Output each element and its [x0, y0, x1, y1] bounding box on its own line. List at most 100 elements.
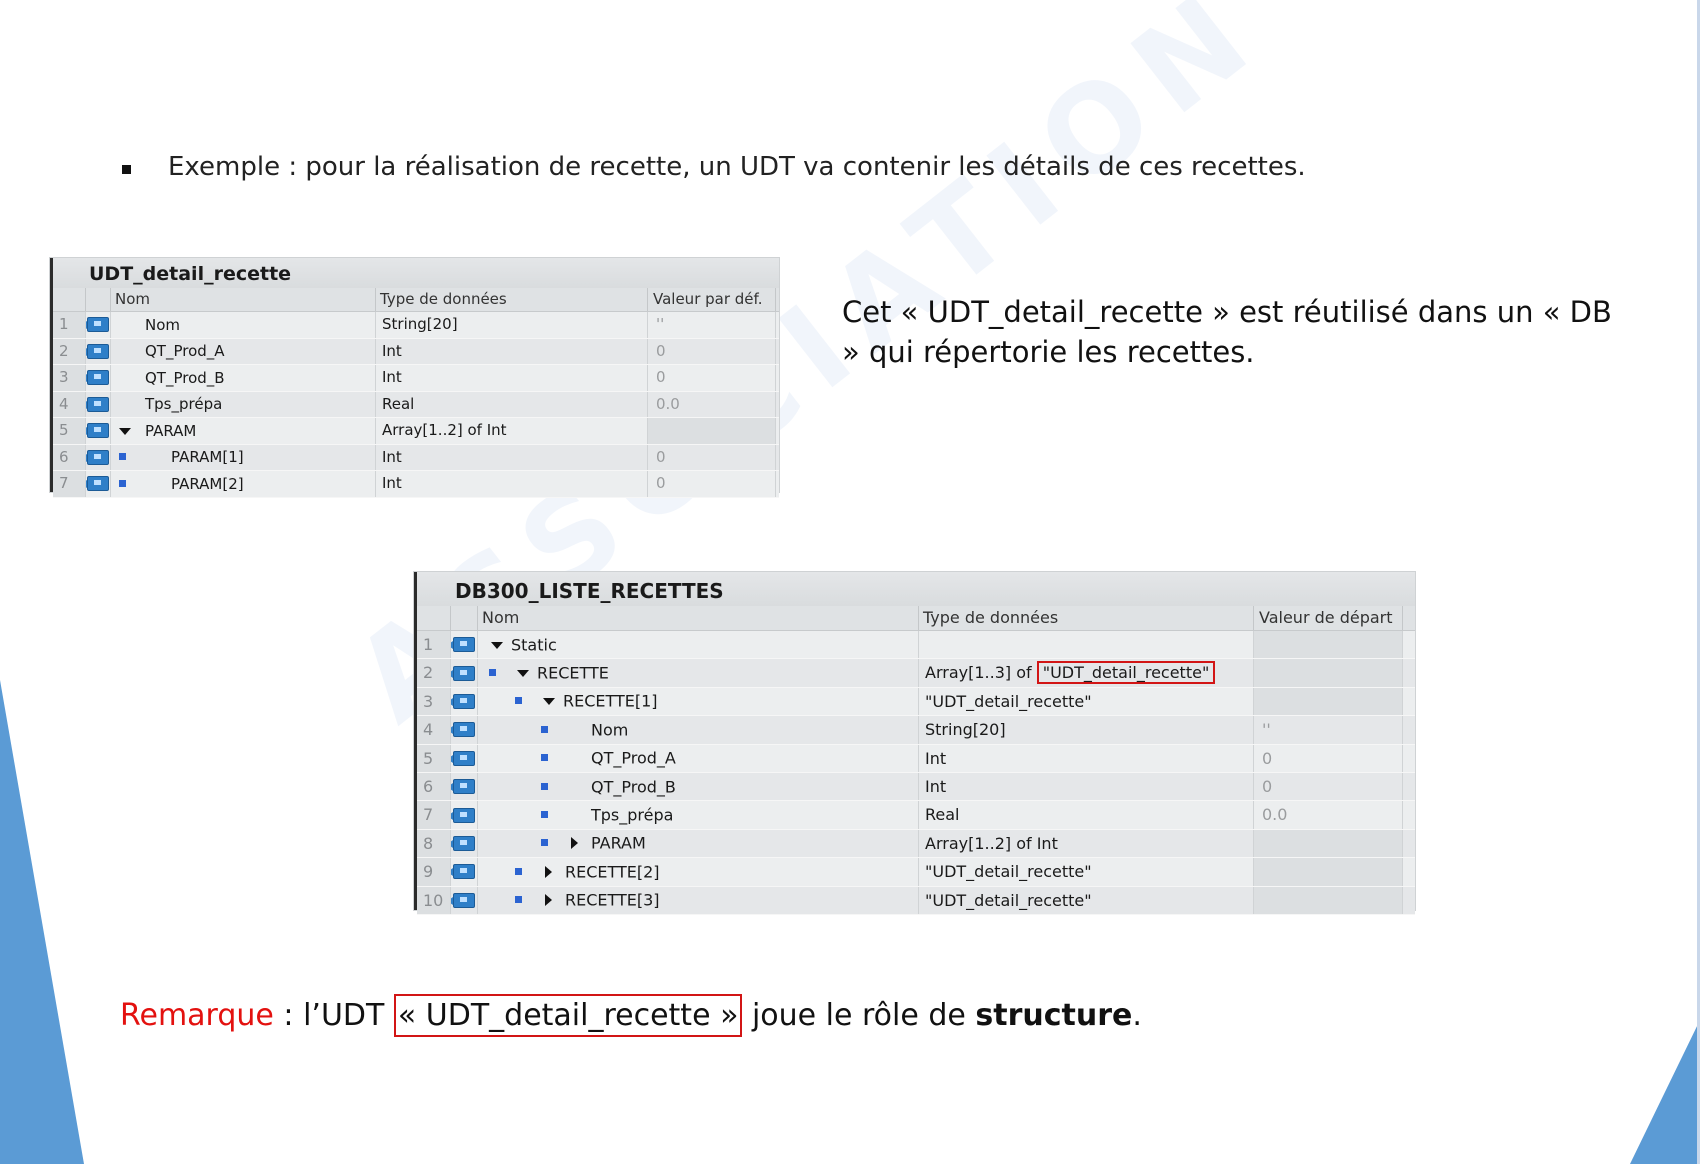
name-cell[interactable]: RECETTE[3]	[478, 886, 919, 914]
row-icon-cell	[451, 858, 478, 886]
table-row[interactable]: 10 RECETTE[3] "UDT_detail_recette"	[417, 886, 1415, 915]
row-name: RECETTE[2]	[565, 862, 660, 882]
row-name: PARAM[1]	[171, 448, 244, 467]
name-cell[interactable]: PARAM	[111, 418, 376, 444]
type-cell[interactable]: Array[1..2] of Int	[919, 829, 1254, 858]
value-cell[interactable]: 0	[1254, 744, 1403, 772]
expand-triangle-icon[interactable]	[545, 865, 552, 878]
value-cell[interactable]: 0.0	[648, 391, 776, 417]
name-cell[interactable]: Nom	[478, 716, 919, 744]
type-cell[interactable]	[919, 631, 1254, 659]
row-icon-cell	[86, 365, 111, 391]
member-square-icon	[515, 896, 522, 904]
name-cell[interactable]: Nom	[111, 312, 376, 338]
value-cell[interactable]	[1254, 631, 1403, 659]
table-row[interactable]: 3 QT_Prod_B Int 0	[53, 365, 779, 392]
type-cell[interactable]: Real	[919, 801, 1254, 829]
db-element-icon	[86, 370, 109, 386]
name-cell[interactable]: QT_Prod_B	[111, 365, 376, 391]
row-icon-cell	[86, 418, 111, 444]
table-row[interactable]: 7 PARAM[2] Int 0	[53, 471, 779, 498]
value-cell[interactable]	[1254, 829, 1403, 858]
row-name: QT_Prod_B	[591, 777, 676, 797]
decorative-corner-left	[0, 680, 84, 1164]
header-icon	[86, 288, 111, 311]
type-cell[interactable]: Array[1..2] of Int	[376, 418, 648, 444]
name-cell[interactable]: Tps_prépa	[111, 391, 376, 417]
row-icon-cell	[451, 631, 478, 659]
value-cell[interactable]	[1254, 886, 1403, 914]
name-cell[interactable]: QT_Prod_A	[111, 338, 376, 364]
row-name: Nom	[591, 720, 629, 740]
collapse-triangle-icon[interactable]	[543, 698, 555, 706]
name-cell[interactable]: RECETTE[2]	[478, 858, 919, 886]
side-explanation: Cet « UDT_detail_recette » est réutilisé…	[842, 295, 1612, 369]
value-cell[interactable]: 0	[648, 365, 776, 391]
value-cell[interactable]	[1254, 659, 1403, 687]
table-row[interactable]: 4 Nom String[20] ''	[417, 716, 1415, 745]
value-cell[interactable]: 0	[648, 471, 776, 497]
type-cell[interactable]: "UDT_detail_recette"	[919, 886, 1254, 914]
table-row[interactable]: 1 Static	[417, 631, 1415, 660]
name-cell[interactable]: PARAM[2]	[111, 471, 376, 497]
value-cell[interactable]: 0	[1254, 772, 1403, 801]
type-cell[interactable]: Int	[376, 471, 648, 497]
type-cell[interactable]: "UDT_detail_recette"	[919, 687, 1254, 716]
name-cell[interactable]: RECETTE	[478, 659, 919, 687]
collapse-triangle-icon[interactable]	[491, 641, 503, 649]
row-icon-cell	[86, 338, 111, 364]
row-icon-cell	[451, 801, 478, 829]
db-element-icon	[451, 722, 475, 738]
name-cell[interactable]: PARAM	[478, 829, 919, 858]
name-cell[interactable]: Tps_prépa	[478, 801, 919, 829]
row-name: RECETTE[1]	[563, 691, 658, 711]
table-row[interactable]: 4 Tps_prépa Real 0.0	[53, 391, 779, 418]
table-row[interactable]: 7 Tps_prépa Real 0.0	[417, 801, 1415, 830]
expand-triangle-icon[interactable]	[571, 837, 578, 850]
table-row[interactable]: 9 RECETTE[2] "UDT_detail_recette"	[417, 858, 1415, 887]
type-cell[interactable]: String[20]	[919, 716, 1254, 744]
table-row[interactable]: 6 QT_Prod_B Int 0	[417, 772, 1415, 802]
table-row[interactable]: 2 RECETTE Array[1..3] of "UDT_detail_recet…	[417, 659, 1415, 688]
name-cell[interactable]: QT_Prod_B	[478, 772, 919, 801]
table-row[interactable]: 1 Nom String[20] ''	[53, 312, 779, 339]
type-cell[interactable]: Int	[919, 772, 1254, 801]
value-cell[interactable]	[1254, 858, 1403, 886]
expand-triangle-icon[interactable]	[545, 894, 552, 907]
row-number: 3	[53, 365, 86, 391]
type-cell[interactable]: Int	[919, 744, 1254, 772]
table-row[interactable]: 5 PARAM Array[1..2] of Int	[53, 418, 779, 445]
row-number: 10	[417, 886, 451, 914]
type-cell[interactable]: String[20]	[376, 312, 648, 338]
value-cell[interactable]: 0	[648, 338, 776, 364]
value-cell[interactable]: 0	[648, 444, 776, 470]
table-row[interactable]: 8 PARAM Array[1..2] of Int	[417, 829, 1415, 859]
name-cell[interactable]: RECETTE[1]	[478, 687, 919, 716]
table-row[interactable]: 2 QT_Prod_A Int 0	[53, 338, 779, 365]
table-row[interactable]: 3 RECETTE[1] "UDT_detail_recette"	[417, 687, 1415, 717]
table-row[interactable]: 5 QT_Prod_A Int 0	[417, 744, 1415, 773]
collapse-triangle-icon[interactable]	[119, 427, 131, 435]
value-cell[interactable]: 0.0	[1254, 801, 1403, 829]
value-cell[interactable]: ''	[1254, 716, 1403, 744]
type-cell[interactable]: Int	[376, 444, 648, 470]
type-cell[interactable]: Int	[376, 338, 648, 364]
table-row[interactable]: 6 PARAM[1] Int 0	[53, 444, 779, 471]
collapse-triangle-icon[interactable]	[517, 670, 529, 678]
value-cell[interactable]: ''	[648, 312, 776, 338]
value-cell[interactable]	[648, 418, 776, 444]
value-cell[interactable]	[1254, 687, 1403, 716]
row-number: 2	[417, 659, 451, 687]
type-cell[interactable]: Real	[376, 391, 648, 417]
db-element-icon	[451, 665, 475, 681]
name-cell[interactable]: Static	[478, 631, 919, 659]
name-cell[interactable]: PARAM[1]	[111, 444, 376, 470]
name-cell[interactable]: QT_Prod_A	[478, 744, 919, 772]
row-number: 5	[417, 744, 451, 772]
type-cell[interactable]: Array[1..3] of "UDT_detail_recette"	[919, 659, 1254, 687]
db-element-icon	[451, 750, 475, 766]
row-name: QT_Prod_B	[145, 368, 225, 387]
type-cell[interactable]: Int	[376, 365, 648, 391]
type-cell[interactable]: "UDT_detail_recette"	[919, 858, 1254, 886]
header-num	[417, 606, 451, 630]
